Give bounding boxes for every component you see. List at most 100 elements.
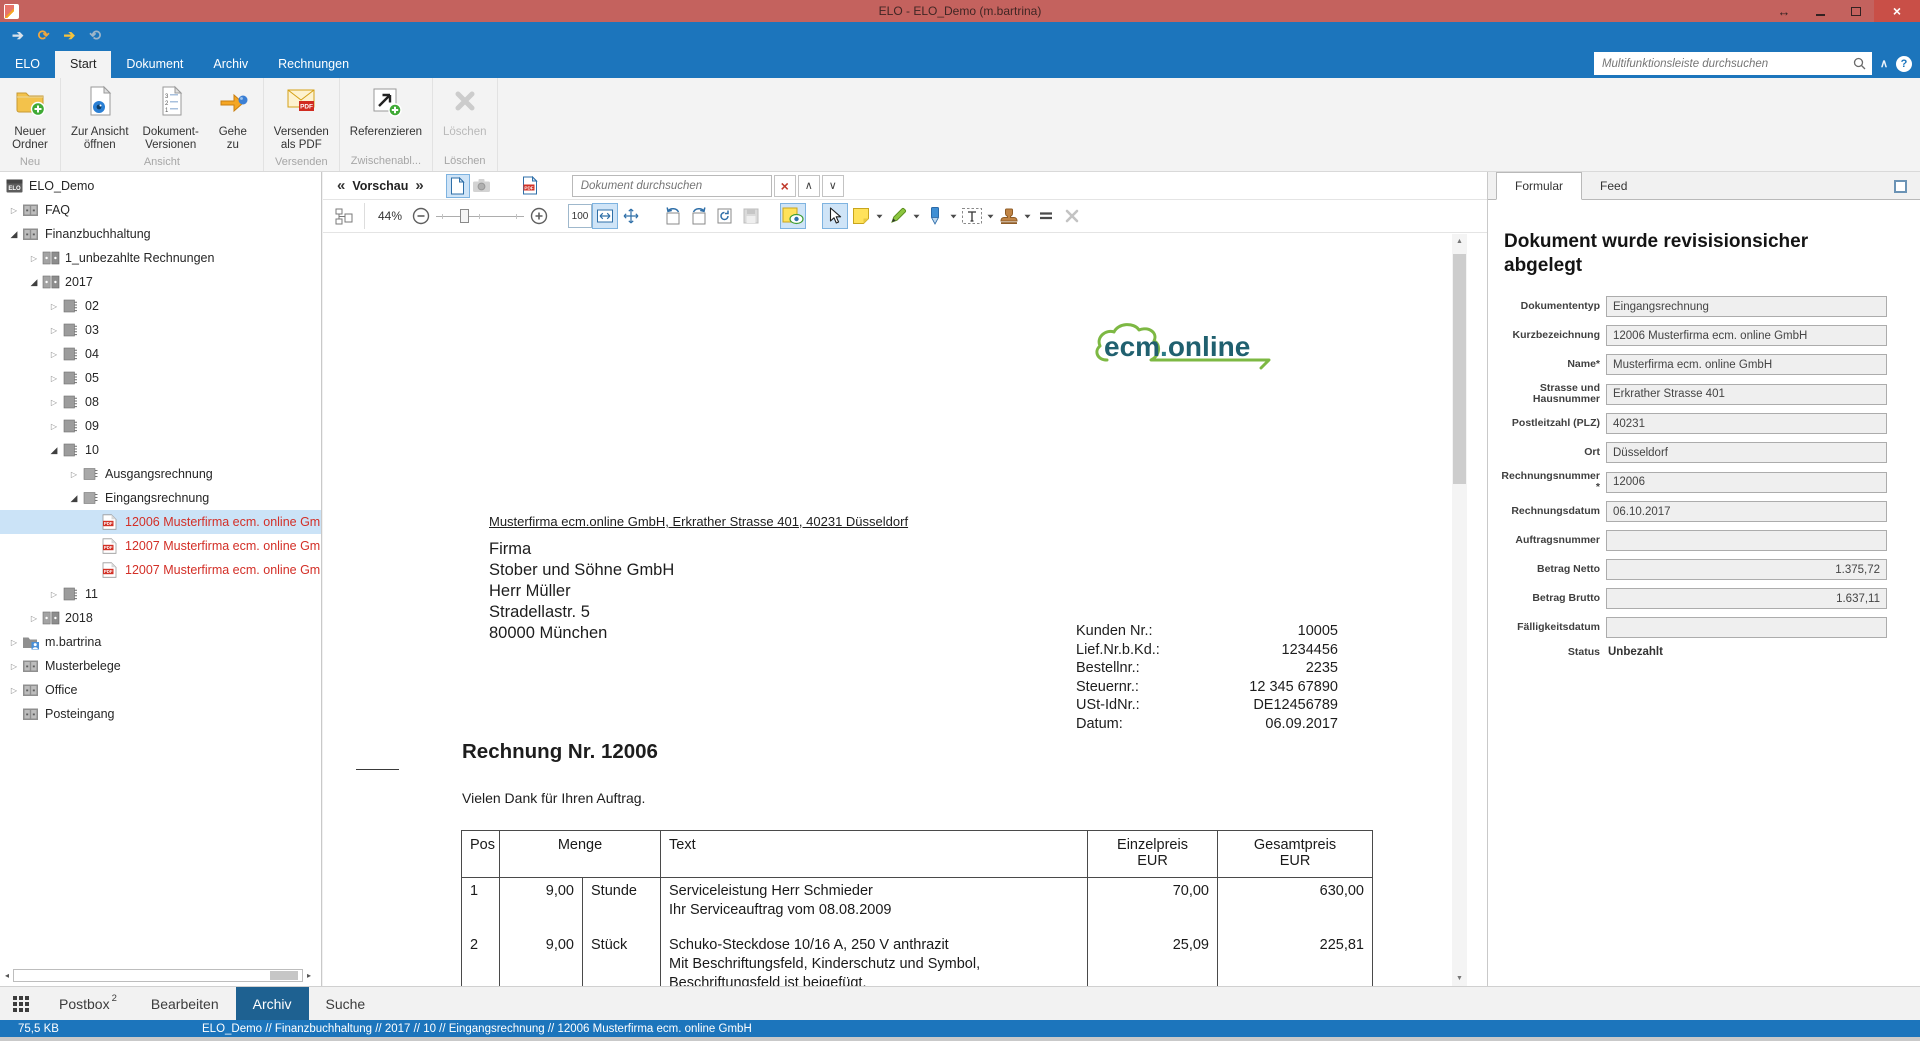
tree-item[interactable]: PDF12007 Musterfirma ecm. online GmbH <box>0 534 321 558</box>
expander-closed-icon[interactable]: ▷ <box>6 686 22 695</box>
tree-item[interactable]: ▷2018 <box>0 606 321 630</box>
field-postleitzahl-plz-[interactable]: 40231 <box>1606 413 1887 434</box>
pointer-tool-button[interactable] <box>822 203 848 229</box>
tab-dokument[interactable]: Dokument <box>111 51 198 78</box>
tree-item[interactable]: ▷05 <box>0 366 321 390</box>
tree-item[interactable]: PDF12006 Musterfirma ecm. online GmbH <box>0 510 321 534</box>
tab-feed[interactable]: Feed <box>1582 173 1645 199</box>
minimize-button[interactable] <box>1802 0 1838 22</box>
expander-closed-icon[interactable]: ▷ <box>6 638 22 647</box>
field-ort[interactable]: Düsseldorf <box>1606 442 1887 463</box>
tab-formular[interactable]: Formular <box>1496 172 1582 200</box>
close-button[interactable]: × <box>1874 0 1920 22</box>
tree-item[interactable]: ◢Eingangsrechnung <box>0 486 321 510</box>
rotate-right-button[interactable] <box>686 203 712 229</box>
tree-item[interactable]: ◢Finanzbuchhaltung <box>0 222 321 246</box>
expander-open-icon[interactable]: ◢ <box>26 277 42 288</box>
expander-closed-icon[interactable]: ▷ <box>46 350 62 359</box>
send-as-pdf-button[interactable]: PDFVersenden als PDF <box>267 83 336 154</box>
field-rechnungsnummer-[interactable]: 12006 <box>1606 472 1887 493</box>
scroll-left-icon[interactable]: ◂ <box>1 971 13 980</box>
find-previous-button[interactable]: ∧ <box>798 175 820 197</box>
tree-item[interactable]: ▷Office <box>0 678 321 702</box>
tree-item[interactable]: ▷04 <box>0 342 321 366</box>
view-tab-postbox[interactable]: Postbox2 <box>42 987 134 1020</box>
resize-window-button[interactable]: ↔ <box>1766 0 1802 22</box>
goto-entry-icon[interactable]: ➔ <box>63 28 75 42</box>
refresh-icon[interactable]: ⟳ <box>38 28 50 42</box>
tile-view-button[interactable] <box>0 987 42 1020</box>
tree-item[interactable]: ▷03 <box>0 318 321 342</box>
expander-closed-icon[interactable]: ▷ <box>46 374 62 383</box>
expander-closed-icon[interactable]: ▷ <box>46 302 62 311</box>
goto-button[interactable]: Gehe zu <box>206 83 260 154</box>
document-versions-button[interactable]: 321Dokument- Versionen <box>136 83 206 154</box>
preview-scroll-thumb[interactable] <box>1453 254 1466 484</box>
preview-scrollbar[interactable]: ▲ ▼ <box>1452 234 1467 986</box>
field-betrag-brutto[interactable]: 1.637,11 <box>1606 588 1887 609</box>
stamp-tool-button[interactable] <box>996 203 1022 229</box>
expander-closed-icon[interactable]: ▷ <box>46 590 62 599</box>
scroll-up-icon[interactable]: ▲ <box>1452 234 1467 249</box>
expander-closed-icon[interactable]: ▷ <box>46 398 62 407</box>
field-strasse-und-hausnummer[interactable]: Erkrather Strasse 401 <box>1606 384 1887 405</box>
expander-open-icon[interactable]: ◢ <box>46 445 62 456</box>
tab-archiv[interactable]: Archiv <box>198 51 263 78</box>
sticky-note-tool-button-dropdown-icon[interactable] <box>874 214 885 219</box>
field-betrag-netto[interactable]: 1.375,72 <box>1606 559 1887 580</box>
document-view-button[interactable] <box>446 174 470 198</box>
tree-item[interactable]: ▷m.bartrina <box>0 630 321 654</box>
tree-horizontal-scrollbar[interactable]: ◂ ▸ <box>1 968 315 983</box>
view-tab-bearbeiten[interactable]: Bearbeiten <box>134 987 236 1020</box>
field-auftragsnummer[interactable] <box>1606 530 1887 551</box>
zoom-out-icon[interactable] <box>408 203 434 229</box>
marker-tool-button[interactable] <box>885 203 911 229</box>
tree-item[interactable]: ▷Ausgangsrechnung <box>0 462 321 486</box>
find-next-button[interactable]: ∨ <box>822 175 844 197</box>
tree-scroll-thumb[interactable] <box>270 971 298 980</box>
tree-item[interactable]: Posteingang <box>0 702 321 726</box>
scroll-right-icon[interactable]: ▸ <box>303 971 315 980</box>
view-tab-suche[interactable]: Suche <box>309 987 383 1020</box>
tree-item[interactable]: ▷08 <box>0 390 321 414</box>
tree-item[interactable]: ▷09 <box>0 414 321 438</box>
tree-item[interactable]: ▷1_unbezahlte Rechnungen <box>0 246 321 270</box>
clear-search-button[interactable]: × <box>774 175 796 197</box>
field-dokumententyp[interactable]: Eingangsrechnung <box>1606 296 1887 317</box>
rotate-left-button[interactable] <box>660 203 686 229</box>
show-annotations-button[interactable] <box>780 203 806 229</box>
tree-item[interactable]: ▷11 <box>0 582 321 606</box>
field-name-[interactable]: Musterfirma ecm. online GmbH <box>1606 354 1887 375</box>
line-tool-button[interactable] <box>1033 203 1059 229</box>
expander-closed-icon[interactable]: ▷ <box>26 614 42 623</box>
maximize-button[interactable] <box>1838 0 1874 22</box>
undo-icon[interactable]: ⟲ <box>89 28 101 42</box>
new-folder-button[interactable]: Neuer Ordner <box>3 83 57 154</box>
expander-open-icon[interactable]: ◢ <box>66 493 82 504</box>
pdf-view-button[interactable]: PDF <box>518 174 542 198</box>
previous-document-icon[interactable]: « <box>337 177 345 194</box>
fit-width-button[interactable] <box>592 203 618 229</box>
highlighter-tool-button-dropdown-icon[interactable] <box>948 214 959 219</box>
tree-scroll-track[interactable] <box>13 969 303 982</box>
fit-page-button[interactable] <box>618 203 644 229</box>
view-tab-archiv[interactable]: Archiv <box>236 987 309 1020</box>
help-icon[interactable]: ? <box>1896 56 1912 72</box>
text-note-tool-button[interactable] <box>959 203 985 229</box>
text-note-tool-button-dropdown-icon[interactable] <box>985 214 996 219</box>
stamp-tool-button-dropdown-icon[interactable] <box>1022 214 1033 219</box>
zoom-100-button[interactable]: 100 <box>568 204 592 228</box>
tree-item[interactable]: PDF12007 Musterfirma ecm. online GmbH <box>0 558 321 582</box>
zoom-in-icon[interactable] <box>526 203 552 229</box>
tab-elo[interactable]: ELO <box>0 51 55 78</box>
tree-item[interactable]: ELOELO_Demo <box>0 174 321 198</box>
expander-closed-icon[interactable]: ▷ <box>46 326 62 335</box>
thumbnail-panel-icon[interactable] <box>331 203 357 229</box>
document-search-input[interactable] <box>579 179 765 193</box>
reference-button[interactable]: Referenzieren <box>343 83 429 141</box>
tab-rechnungen[interactable]: Rechnungen <box>263 51 364 78</box>
expander-closed-icon[interactable]: ▷ <box>26 254 42 263</box>
tree-item[interactable]: ▷02 <box>0 294 321 318</box>
tab-start[interactable]: Start <box>55 51 111 78</box>
tree-item[interactable]: ▷FAQ <box>0 198 321 222</box>
